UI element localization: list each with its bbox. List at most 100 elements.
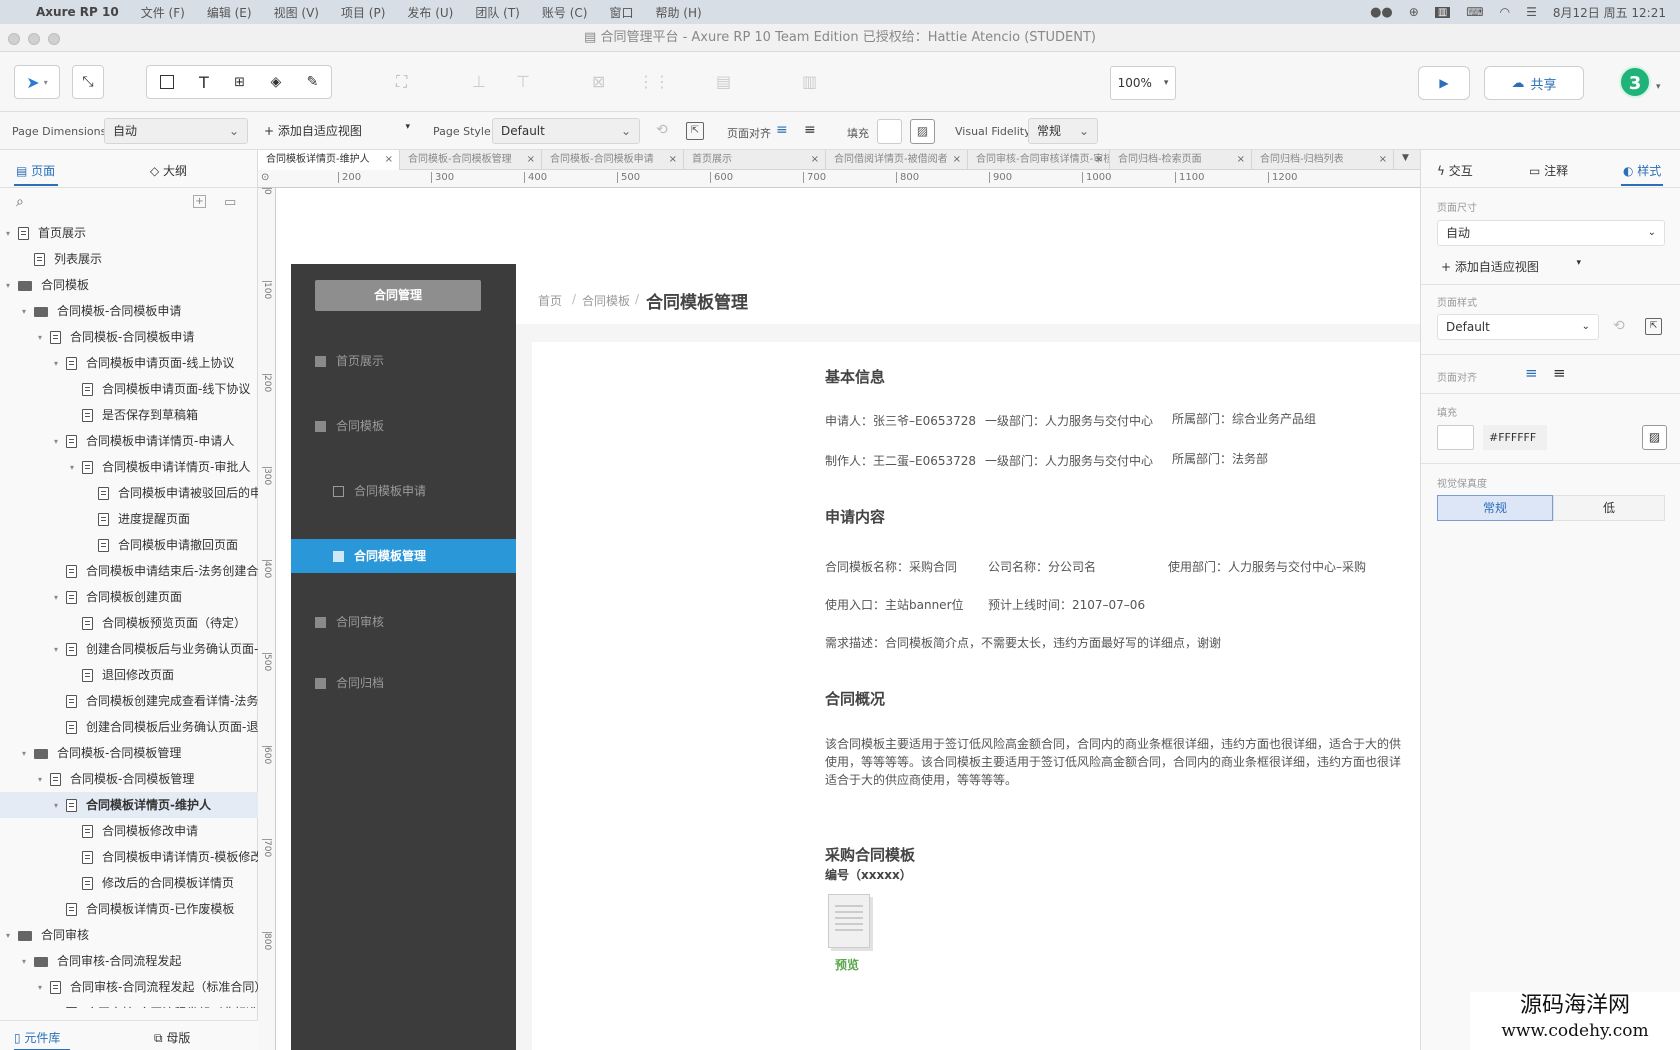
expand-icon[interactable]: ⇱ (686, 122, 704, 140)
tree-page[interactable]: ▾ 合同模板创建页面 (0, 584, 258, 610)
close-tab-icon[interactable]: × (527, 150, 535, 170)
tree-page[interactable]: 合同模板申请撤回页面 (0, 532, 258, 558)
menu-edit[interactable]: 编辑 (E) (207, 4, 252, 21)
menu-view[interactable]: 视图 (V) (274, 4, 319, 21)
document-tab[interactable]: 合同审核-合同审核详情页-审核人 × (968, 150, 1110, 170)
connector-tool-button[interactable]: ⤡ (72, 65, 104, 99)
expand-arrow-icon[interactable]: ▾ (6, 221, 18, 247)
minimize-window-icon[interactable] (28, 33, 40, 45)
image-fill-icon[interactable]: ▨ (1642, 425, 1667, 450)
proto-nav-item[interactable]: 合同审核 (291, 605, 516, 639)
tree-page[interactable]: 列表展示 (0, 246, 258, 272)
tree-page[interactable]: 合同审核-合同流程发起（非标准 (0, 1000, 258, 1008)
proto-nav-item[interactable]: 合同模板管理 (291, 539, 516, 573)
select-tool-button[interactable]: ➤ ▾ (14, 65, 60, 99)
zoom-select[interactable]: 100% ▾ (1110, 66, 1176, 100)
align-top-icon[interactable]: ⊤ (516, 72, 530, 91)
align-left-icon[interactable]: ≡ (776, 122, 788, 138)
group-icon[interactable]: ⛶ (396, 72, 407, 92)
add-folder-icon[interactable]: ▭ (224, 195, 236, 210)
preview-button[interactable]: ▶ (1418, 66, 1470, 100)
tree-page[interactable]: 合同模板创建完成查看详情-法务人 (0, 688, 258, 714)
menu-window[interactable]: 窗口 (609, 4, 633, 21)
status-icon[interactable]: ⊕ (1409, 5, 1419, 19)
close-tab-icon[interactable]: × (669, 150, 677, 170)
tree-folder[interactable]: ▾ 合同模板-合同模板申请 (0, 298, 258, 324)
chevron-down-icon[interactable]: ▾ (1656, 82, 1661, 92)
tree-page[interactable]: ▾ 合同模板申请详情页-申请人 (0, 428, 258, 454)
fill-hex-input[interactable]: #FFFFFF (1483, 425, 1547, 450)
zoom-window-icon[interactable] (48, 33, 60, 45)
distribute-icon[interactable]: ⊠ (592, 72, 605, 91)
menu-account[interactable]: 账号 (C) (542, 4, 588, 21)
menu-help[interactable]: 帮助 (H) (655, 4, 701, 21)
input-icon[interactable]: ⌨ (1466, 5, 1483, 19)
close-window-icon[interactable] (8, 33, 20, 45)
document-tab[interactable]: 合同归档-归档列表 × (1252, 150, 1394, 170)
tabs-overflow-icon[interactable]: ▼ (1402, 153, 1409, 163)
fill-color-swatch[interactable] (1437, 425, 1474, 450)
add-page-icon[interactable]: + (193, 195, 206, 208)
breadcrumb-home[interactable]: 首页 (538, 292, 562, 309)
fidelity-normal-button[interactable]: 常规 (1437, 495, 1553, 521)
tree-page[interactable]: ▾ 创建合同模板后与业务确认页面-业 (0, 636, 258, 662)
proto-nav-item[interactable]: 合同模板 (291, 409, 516, 443)
expand-arrow-icon[interactable]: ▾ (22, 949, 34, 975)
document-thumbnail-icon[interactable] (828, 894, 870, 948)
proto-nav-item[interactable]: 合同归档 (291, 666, 516, 700)
clock-text[interactable]: 8月12日 周五 12:21 (1553, 4, 1666, 21)
user-avatar[interactable]: 3 (1619, 66, 1651, 98)
align-bottom-icon[interactable]: ⊥ (472, 72, 486, 91)
tab-outline[interactable]: ◇ 大纲 (150, 162, 187, 179)
menu-app[interactable]: Axure RP 10 (36, 5, 119, 19)
fidelity-low-button[interactable]: 低 (1553, 495, 1665, 521)
close-tab-icon[interactable]: × (811, 150, 819, 170)
tree-page[interactable]: ▾ 合同模板申请详情页-审批人 (0, 454, 258, 480)
tree-page[interactable]: 进度提醒页面 (0, 506, 258, 532)
add-adaptive-view-button[interactable]: + 添加自适应视图 ▾ (264, 122, 416, 139)
align-center-icon[interactable]: ≡ (804, 122, 816, 138)
expand-arrow-icon[interactable]: ▾ (6, 923, 18, 949)
close-tab-icon[interactable]: × (1237, 150, 1245, 170)
tree-page[interactable]: ▾ 合同审核-合同流程发起（标准合同） (0, 974, 258, 1000)
document-tab[interactable]: 合同借阅详情页-被借阅者 × (826, 150, 968, 170)
share-button[interactable]: ☁ 共享 (1484, 66, 1584, 100)
dynamic-panel-icon[interactable]: ⊞ (234, 75, 245, 90)
document-tab[interactable]: 合同归档-检索页面 × (1110, 150, 1252, 170)
tree-page[interactable]: 修改后的合同模板详情页 (0, 870, 258, 896)
tree-folder[interactable]: ▾ 合同审核-合同流程发起 (0, 948, 258, 974)
expand-arrow-icon[interactable]: ▾ (38, 767, 50, 793)
tree-page[interactable]: 合同模板申请详情页-模板修改 (0, 844, 258, 870)
tab-style[interactable]: ◐ 样式 (1623, 162, 1661, 179)
align-left-icon[interactable]: ≡ (1525, 364, 1538, 382)
tree-page[interactable]: 合同模板详情页-已作废模板 (0, 896, 258, 922)
visual-fidelity-select[interactable]: 常规 ⌄ (1028, 118, 1098, 144)
menu-publish[interactable]: 发布 (U) (407, 4, 453, 21)
expand-arrow-icon[interactable]: ▾ (54, 429, 66, 455)
proto-title-button[interactable]: 合同管理 (315, 280, 481, 311)
expand-arrow-icon[interactable]: ▾ (6, 273, 18, 299)
tree-page[interactable]: ▾ 合同模板-合同模板申请 (0, 324, 258, 350)
close-tab-icon[interactable]: × (385, 150, 393, 170)
align-left-icon[interactable]: ▤ (716, 72, 731, 91)
document-tab[interactable]: 首页展示 × (684, 150, 826, 170)
expand-icon[interactable]: ⇱ (1645, 318, 1662, 335)
tab-notes[interactable]: ▭ 注释 (1529, 162, 1568, 179)
tree-page[interactable]: 合同模板申请被驳回后的申 (0, 480, 258, 506)
expand-arrow-icon[interactable]: ▾ (54, 793, 66, 819)
tree-page[interactable]: 合同模板修改申请 (0, 818, 258, 844)
text-tool-icon[interactable]: T (199, 73, 209, 92)
tree-folder[interactable]: ▾ 合同审核 (0, 922, 258, 948)
wechat-icon[interactable]: ●● (1370, 5, 1393, 20)
tab-masters[interactable]: ⧉ 母版 (154, 1029, 190, 1046)
tree-page[interactable]: 合同模板预览页面（待定） (0, 610, 258, 636)
menu-file[interactable]: 文件 (F) (141, 4, 185, 21)
manage-styles-icon[interactable]: ⟲ (656, 122, 668, 138)
tree-page[interactable]: 是否保存到草稿箱 (0, 402, 258, 428)
expand-arrow-icon[interactable]: ▾ (70, 455, 82, 481)
pen-tool-icon[interactable]: ✎ (307, 74, 319, 90)
document-tab[interactable]: 合同模板详情页-维护人 × (258, 150, 400, 170)
tab-interactions[interactable]: ϟ 交互 (1437, 162, 1473, 179)
manage-styles-icon[interactable]: ⟲ (1613, 318, 1625, 334)
tab-pages[interactable]: ▤ 页面 (16, 162, 55, 179)
